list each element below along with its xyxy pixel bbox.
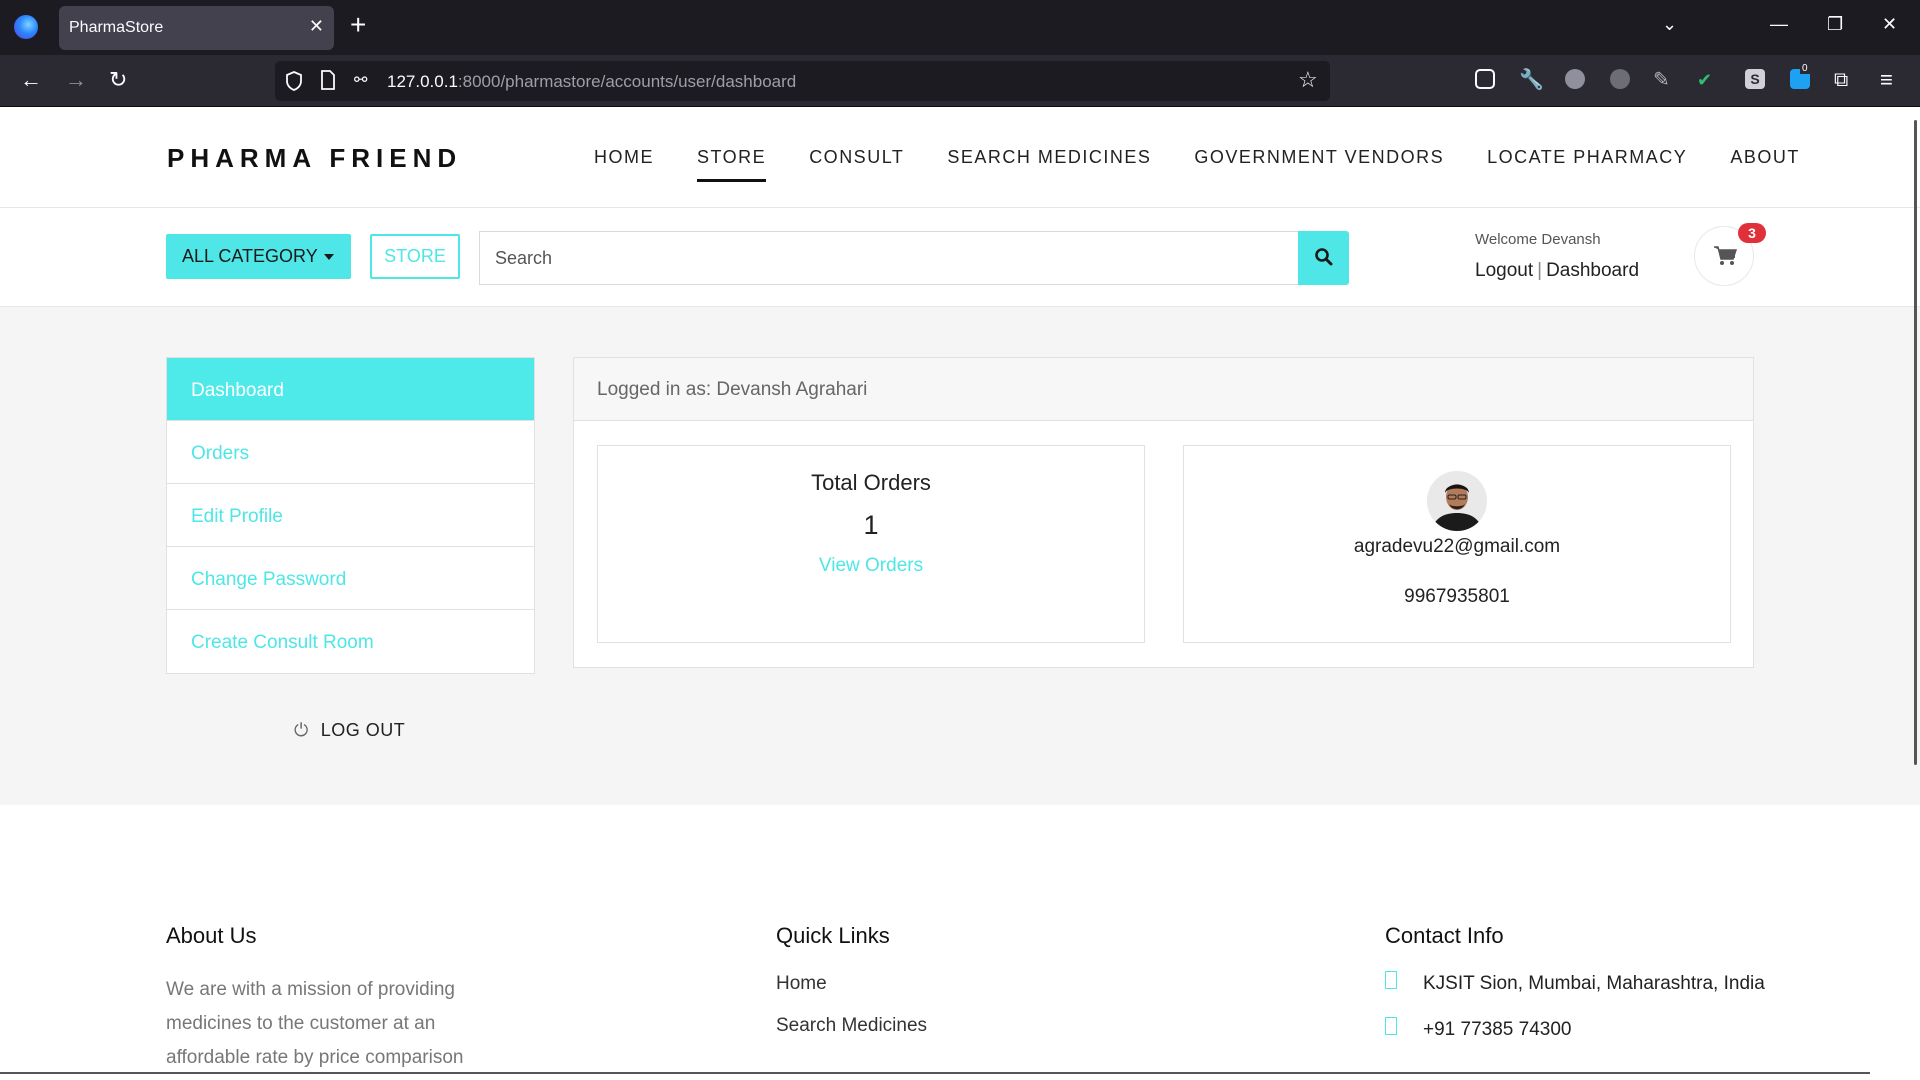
menu-home[interactable]: HOME [594, 147, 654, 182]
close-tab-icon[interactable]: ✕ [309, 16, 324, 36]
dashboard-panel: Logged in as: Devansh Agrahari Total Ord… [573, 357, 1754, 668]
browser-nav-bar: ← → ↻ ⚯ 127.0.0.1:8000/pharmastore/accou… [0, 55, 1920, 107]
forward-icon[interactable]: → [65, 67, 87, 93]
back-icon[interactable]: ← [20, 67, 42, 93]
browser-tab-bar: PharmaStore ✕ + ⌄ — ❐ ✕ [0, 0, 1920, 55]
site-logo[interactable]: PHARMA FRIEND [167, 143, 462, 174]
extensions-puzzle-icon[interactable]: ⧉ [1834, 67, 1848, 93]
firefox-logo-icon[interactable] [14, 15, 38, 39]
footer-about: About Us We are with a mission of provid… [166, 923, 506, 1075]
logout-link[interactable]: Logout [1475, 260, 1533, 281]
category-label: ALL CATEGORY [182, 246, 318, 266]
restore-icon[interactable]: ❐ [1827, 14, 1843, 34]
menu-search-medicines[interactable]: SEARCH MEDICINES [947, 147, 1151, 182]
phone-icon [1385, 1017, 1397, 1035]
all-category-dropdown[interactable]: ALL CATEGORY [166, 234, 351, 279]
footer-link-search-medicines[interactable]: Search Medicines [776, 1015, 927, 1037]
reload-icon[interactable]: ↻ [109, 67, 127, 93]
user-email: agradevu22@gmail.com [1353, 536, 1561, 557]
url-bar[interactable]: ⚯ 127.0.0.1:8000/pharmastore/accounts/us… [275, 61, 1330, 101]
store-button[interactable]: STORE [370, 234, 460, 279]
footer-contact-title: Contact Info [1385, 923, 1504, 948]
footer-about-title: About Us [166, 923, 257, 948]
extension-badge: 0 [1800, 63, 1810, 74]
profile-card: agradevu22@gmail.com 9967935801 [1183, 445, 1731, 643]
menu-government-vendors[interactable]: GOVERNMENT VENDORS [1194, 147, 1444, 182]
pocket-icon[interactable] [1475, 69, 1495, 89]
user-phone: 9967935801 [1404, 586, 1510, 607]
page-icon[interactable] [320, 70, 336, 90]
extension-s-icon[interactable]: S [1745, 69, 1765, 89]
footer-contact: Contact Info KJSIT Sion, Mumbai, Maharas… [1385, 923, 1765, 1045]
dashboard-main: Dashboard Orders Edit Profile Change Pas… [0, 307, 1920, 805]
welcome-text: Welcome Devansh [1475, 231, 1601, 248]
browser-tab[interactable]: PharmaStore ✕ [59, 6, 334, 50]
sidebar-item-create-consult-room[interactable]: Create Consult Room [167, 610, 534, 673]
new-tab-icon[interactable]: + [350, 10, 366, 40]
permissions-icon[interactable]: ⚯ [354, 70, 367, 90]
caret-down-icon [323, 254, 334, 261]
footer-about-text: We are with a mission of providing medic… [166, 979, 464, 1068]
extension-bug-icon[interactable] [1610, 69, 1630, 89]
menu-store[interactable]: STORE [697, 147, 767, 182]
total-orders-count: 1 [863, 510, 879, 540]
dashboard-link[interactable]: Dashboard [1546, 260, 1639, 281]
footer-address: KJSIT Sion, Mumbai, Maharashtra, India [1385, 969, 1765, 999]
chevron-down-icon[interactable]: ⌄ [1662, 14, 1677, 35]
vertical-scrollbar[interactable] [1914, 120, 1917, 765]
power-icon: ⏻ [294, 720, 309, 740]
total-orders-card: Total Orders 1 View Orders [597, 445, 1145, 643]
close-window-icon[interactable]: ✕ [1882, 14, 1897, 34]
footer-quick-links: Quick Links Home Search Medicines [776, 923, 927, 1037]
user-photo-icon [1427, 471, 1487, 531]
phone-text: +91 77385 74300 [1423, 1019, 1572, 1040]
location-icon [1385, 971, 1397, 989]
pen-icon[interactable]: ✎ [1653, 67, 1670, 93]
account-sidebar: Dashboard Orders Edit Profile Change Pas… [166, 357, 535, 674]
view-orders-link[interactable]: View Orders [598, 555, 1144, 577]
menu-consult[interactable]: CONSULT [809, 147, 904, 182]
avatar [1427, 471, 1487, 531]
account-links: Logout | Dashboard [1475, 260, 1639, 282]
search-icon [1314, 247, 1332, 265]
link-separator: | [1537, 260, 1543, 281]
site-footer: About Us We are with a mission of provid… [0, 805, 1920, 1080]
search-button[interactable] [1298, 231, 1349, 285]
url-text[interactable]: 127.0.0.1:8000/pharmastore/accounts/user… [387, 72, 796, 92]
menu-locate-pharmacy[interactable]: LOCATE PHARMACY [1487, 147, 1687, 182]
check-extension-icon[interactable]: ✔ [1697, 67, 1712, 93]
logout-button[interactable]: ⏻ LOG OUT [294, 720, 405, 741]
footer-links-title: Quick Links [776, 923, 890, 948]
shield-icon[interactable] [284, 70, 304, 92]
tab-title: PharmaStore [69, 19, 164, 36]
logged-in-header: Logged in as: Devansh Agrahari [574, 358, 1753, 421]
bookmark-star-icon[interactable]: ☆ [1298, 67, 1318, 93]
cart-count-badge: 3 [1738, 223, 1766, 243]
sidebar-item-edit-profile[interactable]: Edit Profile [167, 484, 534, 547]
address-text: KJSIT Sion, Mumbai, Maharashtra, India [1423, 973, 1765, 994]
footer-phone: +91 77385 74300 [1385, 1015, 1765, 1045]
extension-blocker-icon[interactable] [1565, 69, 1585, 89]
sidebar-item-orders[interactable]: Orders [167, 421, 534, 484]
main-menu: HOME STORE CONSULT SEARCH MEDICINES GOVE… [594, 147, 1800, 182]
total-orders-title: Total Orders [811, 470, 931, 495]
site-header: PHARMA FRIEND HOME STORE CONSULT SEARCH … [0, 107, 1920, 208]
footer-link-home[interactable]: Home [776, 973, 927, 995]
search-row: ALL CATEGORY STORE Welcome Devansh Logou… [0, 208, 1920, 307]
horizontal-scrollbar[interactable] [0, 1072, 1870, 1074]
search-input[interactable] [479, 231, 1299, 285]
logout-label: LOG OUT [320, 720, 406, 740]
sidebar-item-change-password[interactable]: Change Password [167, 547, 534, 610]
hamburger-menu-icon[interactable]: ≡ [1880, 67, 1893, 93]
wrench-icon[interactable]: 🔧 [1519, 67, 1544, 93]
menu-about[interactable]: ABOUT [1730, 147, 1800, 182]
minimize-icon[interactable]: — [1770, 14, 1788, 34]
sidebar-item-dashboard[interactable]: Dashboard [167, 358, 534, 421]
cart-icon [1714, 246, 1737, 265]
